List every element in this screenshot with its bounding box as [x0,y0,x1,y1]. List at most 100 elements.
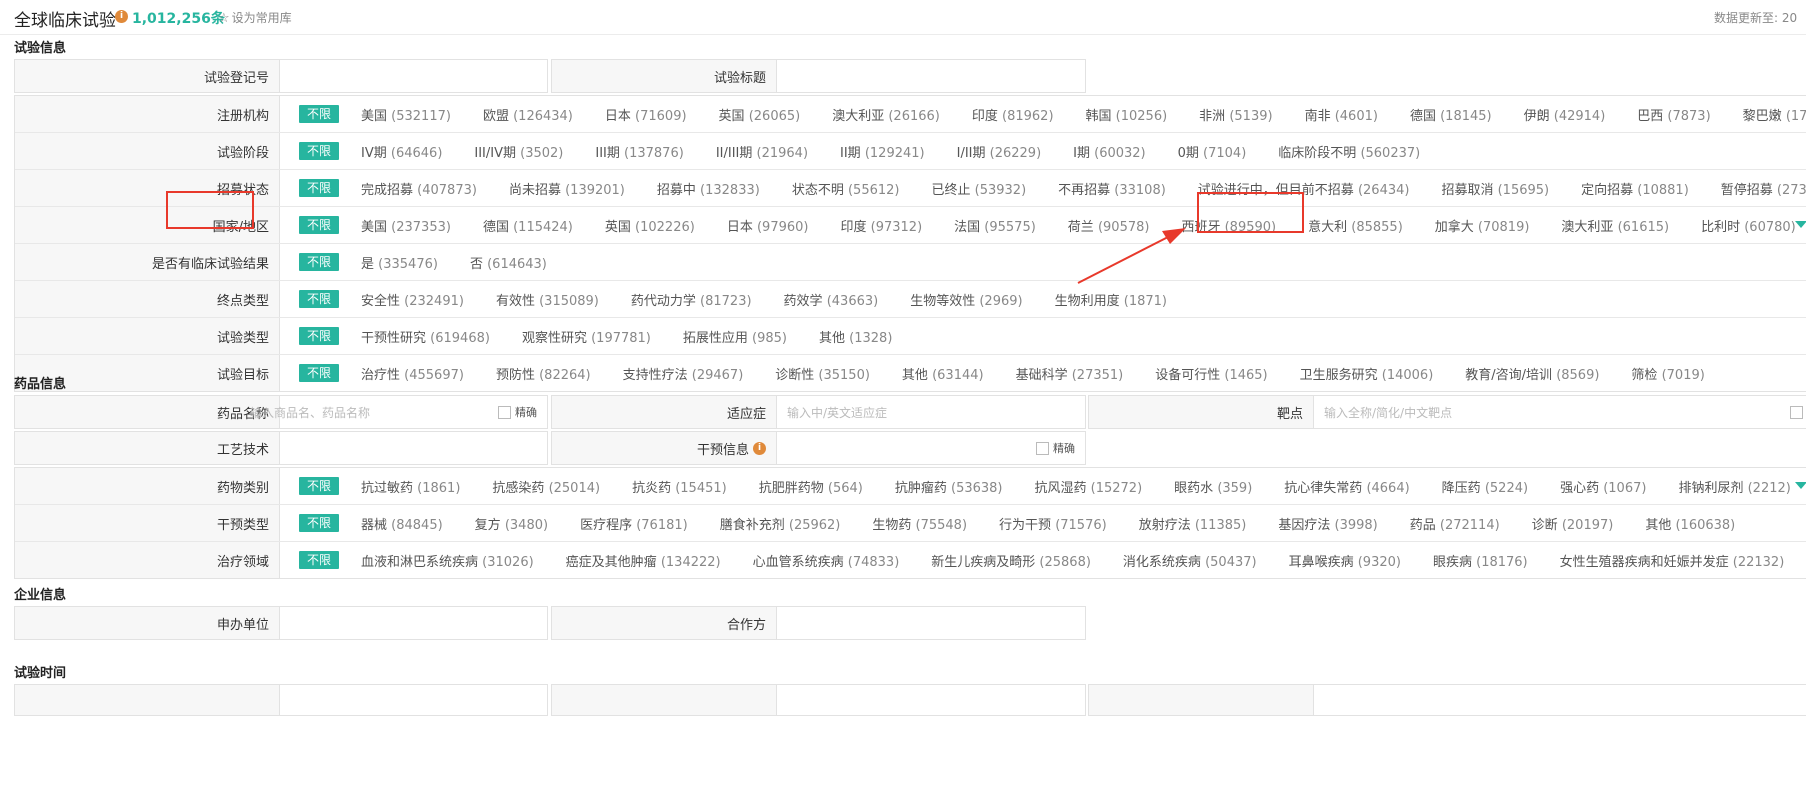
filter-option[interactable]: 生物利用度 (1871) [1055,290,1167,309]
filter-option[interactable]: 抗风湿药 (15272) [1035,477,1143,496]
all-tag-button[interactable]: 不限 [299,216,340,234]
filter-option[interactable]: 拓展性应用 (985) [683,327,787,346]
drug-name-field[interactable]: 药品名称 输入商品名、药品名称 精确 [14,395,548,429]
filter-option[interactable]: 安全性 (232491) [361,290,464,309]
filter-option[interactable]: 教育/咨询/培训 (8569) [1465,364,1599,383]
filter-option[interactable]: 眼药水 (359) [1174,477,1252,496]
trial-time-field-3[interactable] [1088,684,1806,716]
filter-option[interactable]: 支持性疗法 (29467) [623,364,744,383]
filter-option[interactable]: I期 (60032) [1073,142,1145,161]
filter-option[interactable]: I/II期 (26229) [957,142,1042,161]
set-favorite-button[interactable]: ☆ 设为常用库 [218,9,292,26]
target-field[interactable]: 靶点 输入全称/简化/中文靶点 [1088,395,1806,429]
filter-option[interactable]: 强心药 (1067) [1560,477,1646,496]
all-tag-button[interactable]: 不限 [299,179,340,197]
target-exact-checkbox[interactable] [1790,396,1806,428]
filter-option[interactable]: 复方 (3480) [475,514,548,533]
filter-option[interactable]: 加拿大 (70819) [1435,216,1530,235]
filter-option[interactable]: 其他 (1328) [819,327,892,346]
filter-option[interactable]: 耳鼻喉疾病 (9320) [1289,551,1401,570]
filter-option[interactable]: 癌症及其他肿瘤 (134222) [566,551,721,570]
expand-chevron-icon[interactable] [1795,221,1806,228]
filter-option[interactable]: 是 (335476) [361,253,438,272]
filter-option[interactable]: 日本 (97960) [727,216,809,235]
indication-field[interactable]: 适应症 输入中/英文适应症 [551,395,1086,429]
filter-option[interactable]: 尚未招募 (139201) [509,179,625,198]
filter-option[interactable]: 抗炎药 (15451) [632,477,727,496]
filter-option[interactable]: 基因疗法 (3998) [1278,514,1377,533]
filter-option[interactable]: 血液和淋巴系统疾病 (31026) [361,551,534,570]
all-tag-button[interactable]: 不限 [299,327,340,345]
all-tag-button[interactable]: 不限 [299,477,340,495]
filter-option[interactable]: 其他 (63144) [902,364,984,383]
filter-option[interactable]: 抗肿瘤药 (53638) [895,477,1003,496]
trial-title-field[interactable]: 试验标题 [551,59,1086,93]
filter-option[interactable]: 状态不明 (55612) [792,179,900,198]
filter-option[interactable]: 观察性研究 (197781) [522,327,651,346]
filter-option[interactable]: 招募取消 (15695) [1441,179,1549,198]
intervention-field[interactable]: 干预信息 i 精确 [551,431,1086,465]
filter-option[interactable]: 招募中 (132833) [657,179,760,198]
filter-option[interactable]: 诊断 (20197) [1532,514,1614,533]
all-tag-button[interactable]: 不限 [299,514,340,532]
filter-option[interactable]: 心血管系统疾病 (74833) [753,551,900,570]
process-tech-field[interactable]: 工艺技术 [14,431,548,465]
sponsor-field[interactable]: 申办单位 [14,606,548,640]
filter-option[interactable]: 生物药 (75548) [872,514,967,533]
filter-option[interactable]: 卫生服务研究 (14006) [1300,364,1434,383]
filter-option[interactable]: 德国 (18145) [1410,105,1492,124]
filter-option[interactable]: 治疗性 (455697) [361,364,464,383]
filter-option[interactable]: 消化系统疾病 (50437) [1123,551,1257,570]
filter-option[interactable]: 印度 (81962) [972,105,1054,124]
filter-option[interactable]: 美国 (532117) [361,105,451,124]
filter-option[interactable]: 抗感染药 (25014) [492,477,600,496]
filter-option[interactable]: 黎巴嫩 (174) [1743,105,1806,124]
filter-option[interactable]: 抗过敏药 (1861) [361,477,460,496]
filter-option[interactable]: 0期 (7104) [1178,142,1247,161]
filter-option[interactable]: 设备可行性 (1465) [1155,364,1267,383]
filter-option[interactable]: 基础科学 (27351) [1016,364,1124,383]
filter-option[interactable]: 英国 (26065) [719,105,801,124]
filter-option[interactable]: 药品 (272114) [1410,514,1500,533]
filter-option[interactable]: 眼疾病 (18176) [1433,551,1528,570]
filter-option[interactable]: 完成招募 (407873) [361,179,477,198]
drug-name-exact-checkbox[interactable]: 精确 [498,396,537,428]
filter-option[interactable]: 其他 (160638) [1645,514,1735,533]
filter-option[interactable]: 不再招募 (33108) [1058,179,1166,198]
filter-option[interactable]: 筛检 (7019) [1631,364,1704,383]
filter-option[interactable]: 非洲 (5139) [1199,105,1272,124]
all-tag-button[interactable]: 不限 [299,105,340,123]
filter-option[interactable]: 诊断性 (35150) [775,364,870,383]
filter-option[interactable]: 伊朗 (42914) [1524,105,1606,124]
all-tag-button[interactable]: 不限 [299,551,340,569]
info-icon[interactable]: i [753,441,766,455]
filter-option[interactable]: 荷兰 (90578) [1068,216,1150,235]
filter-option[interactable]: 抗肥胖药物 (564) [759,477,863,496]
filter-option[interactable]: 生物等效性 (2969) [910,290,1022,309]
all-tag-button[interactable]: 不限 [299,253,340,271]
filter-option[interactable]: 日本 (71609) [605,105,687,124]
filter-option[interactable]: 法国 (95575) [954,216,1036,235]
filter-option[interactable]: 膳食补充剂 (25962) [720,514,841,533]
filter-option[interactable]: 预防性 (82264) [496,364,591,383]
filter-option[interactable]: 暂停招募 (2738) [1721,179,1806,198]
filter-option[interactable]: 排钠利尿剂 (2212) [1678,477,1790,496]
filter-option[interactable]: 澳大利亚 (61615) [1561,216,1669,235]
filter-option[interactable]: 器械 (84845) [361,514,443,533]
trial-reg-no-field[interactable]: 试验登记号 [14,59,548,93]
filter-option[interactable]: 新生儿疾病及畸形 (25868) [931,551,1091,570]
filter-option[interactable]: 已终止 (53932) [931,179,1026,198]
filter-option[interactable]: 意大利 (85855) [1308,216,1403,235]
all-tag-button[interactable]: 不限 [299,142,340,160]
filter-option[interactable]: 行为干预 (71576) [999,514,1107,533]
filter-option[interactable]: 否 (614643) [470,253,547,272]
trial-time-field-1[interactable] [14,684,548,716]
filter-option[interactable]: 放射疗法 (11385) [1139,514,1247,533]
filter-option[interactable]: 南非 (4601) [1305,105,1378,124]
expand-chevron-icon[interactable] [1795,482,1806,489]
filter-option[interactable]: 临床阶段不明 (560237) [1278,142,1420,161]
filter-option[interactable]: 医疗程序 (76181) [580,514,688,533]
filter-option[interactable]: II/III期 (21964) [716,142,808,161]
filter-option[interactable]: 干预性研究 (619468) [361,327,490,346]
filter-option[interactable]: 英国 (102226) [605,216,695,235]
